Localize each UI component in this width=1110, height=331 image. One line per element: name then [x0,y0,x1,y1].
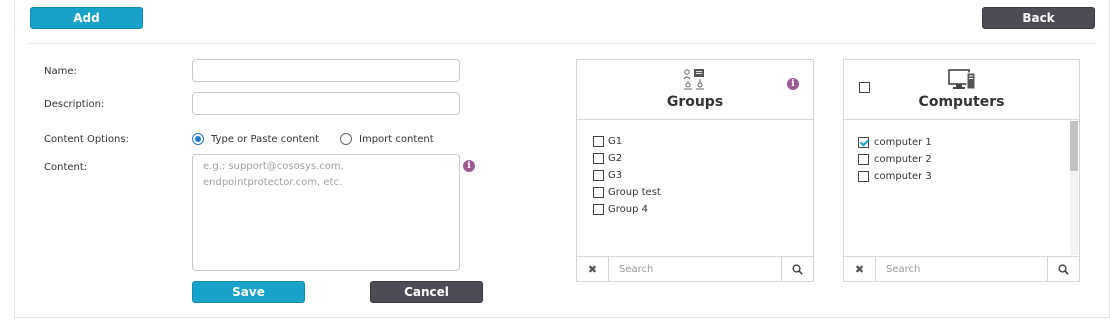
computers-title: Computers [918,94,1005,110]
select-all-checkbox[interactable] [859,82,870,93]
group-item-label[interactable]: G3 [608,170,622,181]
radio-import[interactable] [340,133,352,145]
computer-icon [948,69,976,94]
group-item-label[interactable]: G2 [608,153,622,164]
computer-item-label[interactable]: computer 3 [874,171,932,182]
description-label: Description: [44,99,105,110]
computer-checkbox[interactable] [858,171,869,182]
cancel-button[interactable]: Cancel [370,281,483,303]
search-icon [1058,263,1069,275]
group-checkbox[interactable] [593,204,604,215]
radio-type-paste-label[interactable]: Type or Paste content [211,134,319,145]
name-input[interactable] [192,59,460,82]
computers-search-button[interactable] [1047,257,1079,281]
computer-checkbox[interactable] [858,154,869,165]
radio-type-paste[interactable] [192,133,204,145]
description-input[interactable] [192,92,460,115]
computers-scrollbar-thumb[interactable] [1070,121,1078,171]
groups-clear-button[interactable]: ✖ [577,257,609,281]
computer-item-label[interactable]: computer 1 [874,137,932,148]
computers-search-bar: ✖ [844,256,1079,281]
search-icon [792,263,803,275]
computer-checkbox[interactable] [858,137,869,148]
computers-scrollbar[interactable] [1070,121,1078,255]
info-icon[interactable]: i [463,160,475,172]
computers-panel: Computers computer 1 computer 2 computer… [843,59,1080,282]
group-item-label[interactable]: G1 [608,136,622,147]
group-checkbox[interactable] [593,187,604,198]
group-item-label[interactable]: Group 4 [608,204,648,215]
groups-icon [683,68,707,93]
save-button[interactable]: Save [192,281,305,303]
content-label: Content: [44,162,88,173]
groups-title: Groups [666,94,724,110]
back-button[interactable]: Back [982,7,1095,29]
groups-search-button[interactable] [781,257,813,281]
group-checkbox[interactable] [593,153,604,164]
computers-panel-header: Computers [844,60,1079,120]
groups-search-bar: ✖ [577,256,813,281]
group-checkbox[interactable] [593,136,604,147]
divider [28,43,1096,44]
groups-search-input[interactable] [609,257,781,281]
content-textarea[interactable] [192,154,460,271]
content-options-label: Content Options: [44,134,129,145]
groups-info-icon[interactable]: i [787,78,799,90]
computers-search-input[interactable] [876,257,1047,281]
group-checkbox[interactable] [593,170,604,181]
name-label: Name: [44,66,77,77]
computers-list: computer 1 computer 2 computer 3 [844,120,1079,256]
group-item-label[interactable]: Group test [608,187,661,198]
computers-clear-button[interactable]: ✖ [844,257,876,281]
groups-list: G1 G2 G3 Group test Group 4 [577,120,813,256]
computer-item-label[interactable]: computer 2 [874,154,932,165]
radio-import-label[interactable]: Import content [359,134,434,145]
groups-panel-header: i Groups [577,60,813,120]
groups-panel: i Groups G1 G2 G3 Group test Group 4 ✖ [576,59,814,282]
add-button[interactable]: Add [30,7,143,29]
